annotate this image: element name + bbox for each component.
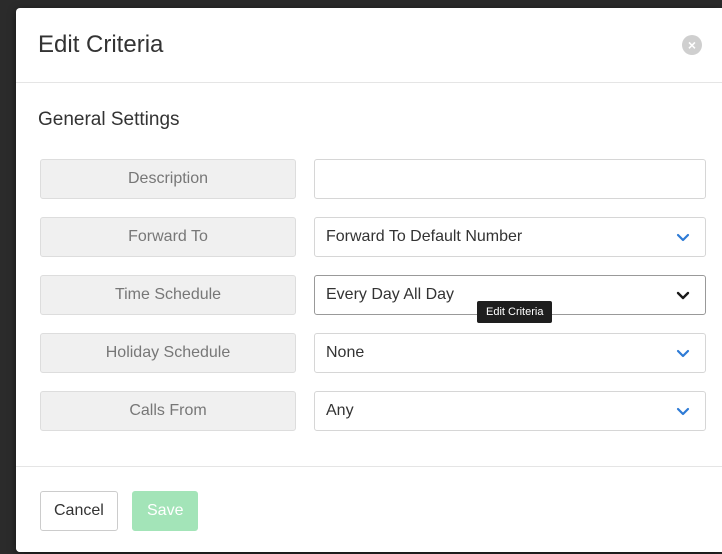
field-row-calls-from: Calls From Any [40,391,706,431]
section-title: General Settings [38,109,180,130]
time-schedule-select-value: Every Day All Day [326,286,455,303]
modal-footer: Cancel Save [16,466,722,552]
holiday-schedule-select[interactable]: None [314,333,706,373]
modal-header: Edit Criteria × [16,8,722,83]
chevron-down-icon [675,345,691,361]
field-row-description: Description [40,159,706,199]
save-button[interactable]: Save [132,491,199,531]
holiday-schedule-select-value: None [326,344,365,361]
forward-to-select-value: Forward To Default Number [326,228,523,245]
field-label-calls-from: Calls From [40,391,296,431]
field-label-time-schedule: Time Schedule [40,275,296,315]
field-row-forward-to: Forward To Forward To Default Number [40,217,706,257]
field-row-time-schedule: Time Schedule Every Day All Day [40,275,706,315]
modal-body: General Settings Description Forward To … [16,83,722,466]
chevron-down-icon [675,287,691,303]
chevron-down-icon [675,229,691,245]
close-icon[interactable]: × [682,35,702,55]
field-row-holiday-schedule: Holiday Schedule None [40,333,706,373]
field-label-description: Description [40,159,296,199]
field-label-forward-to: Forward To [40,217,296,257]
calls-from-select[interactable]: Any [314,391,706,431]
field-label-holiday-schedule: Holiday Schedule [40,333,296,373]
edit-criteria-modal: Edit Criteria × General Settings Descrip… [16,8,722,552]
chevron-down-icon [675,403,691,419]
calls-from-select-value: Any [326,402,354,419]
description-input[interactable] [314,159,706,199]
modal-title: Edit Criteria [38,31,164,58]
tooltip: Edit Criteria [477,301,553,323]
forward-to-select[interactable]: Forward To Default Number [314,217,706,257]
cancel-button[interactable]: Cancel [40,491,118,531]
